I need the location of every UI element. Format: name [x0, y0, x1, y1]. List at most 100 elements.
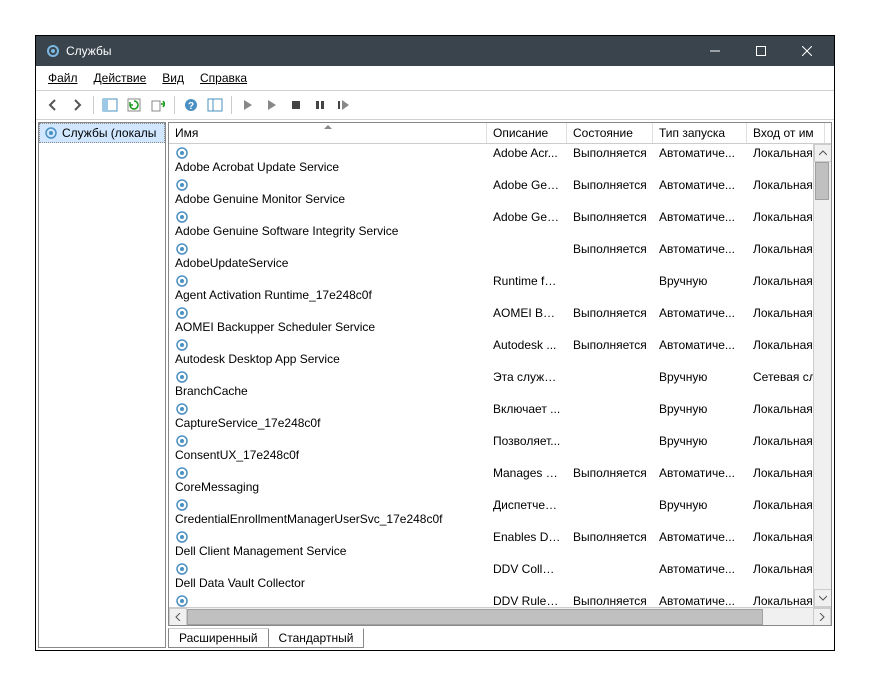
gear-icon — [175, 146, 189, 160]
scroll-left-icon[interactable] — [169, 608, 187, 626]
cell-startup: Вручную — [653, 273, 747, 303]
gear-icon — [44, 126, 58, 140]
cell-desc: Включает ... — [487, 401, 567, 431]
pause-service-button[interactable] — [309, 94, 331, 116]
tree-item-services-local[interactable]: Службы (локалы — [39, 123, 165, 143]
tab-extended[interactable]: Расширенный — [168, 628, 269, 648]
scroll-thumb[interactable] — [187, 609, 763, 625]
table-row[interactable]: AdobeUpdateServiceВыполняетсяАвтоматиче.… — [169, 240, 831, 272]
table-row[interactable]: BranchCacheЭта служб...ВручнуюСетевая сл — [169, 368, 831, 400]
forward-button[interactable] — [66, 94, 88, 116]
maximize-button[interactable] — [738, 36, 784, 66]
cell-startup: Автоматиче... — [653, 241, 747, 271]
cell-name: CaptureService_17e248c0f — [169, 401, 487, 431]
refresh-button[interactable] — [123, 94, 145, 116]
cell-name: BranchCache — [169, 369, 487, 399]
table-row[interactable]: AOMEI Backupper Scheduler ServiceAOMEI B… — [169, 304, 831, 336]
window-title: Службы — [66, 44, 692, 58]
cell-desc: Эта служб... — [487, 369, 567, 399]
cell-name: CredentialEnrollmentManagerUserSvc_17e24… — [169, 497, 487, 527]
table-row[interactable]: CaptureService_17e248c0fВключает ... Вруч… — [169, 400, 831, 432]
cell-name: ConsentUX_17e248c0f — [169, 433, 487, 463]
cell-state — [567, 369, 653, 399]
minimize-button[interactable] — [692, 36, 738, 66]
scroll-track[interactable] — [187, 608, 813, 626]
menu-action[interactable]: Действие — [86, 68, 155, 88]
list-box: Имя Описание Состояние Тип запуска Вход … — [168, 122, 832, 626]
gear-icon — [175, 338, 189, 352]
cell-state: Выполняется — [567, 145, 653, 175]
back-button[interactable] — [42, 94, 64, 116]
vertical-scrollbar[interactable] — [813, 144, 831, 607]
column-startup-type[interactable]: Тип запуска — [653, 123, 747, 143]
restart-service-button[interactable] — [333, 94, 355, 116]
export-list-button[interactable] — [147, 94, 169, 116]
cell-name: Dell Data Vault Processor — [169, 593, 487, 607]
scroll-right-icon[interactable] — [813, 608, 831, 626]
help-button[interactable]: ? — [180, 94, 202, 116]
cell-state: Выполняется — [567, 305, 653, 335]
properties-button[interactable] — [204, 94, 226, 116]
cell-startup: Автоматиче... — [653, 209, 747, 239]
menu-help[interactable]: Справка — [192, 68, 255, 88]
view-tabs: Расширенный Стандартный — [168, 628, 832, 648]
body-area: Службы (локалы Имя Описание Состояние Ти… — [36, 120, 834, 650]
cell-name: CoreMessaging — [169, 465, 487, 495]
separator — [231, 96, 232, 114]
gear-icon — [175, 466, 189, 480]
table-row[interactable]: Adobe Genuine Monitor ServiceAdobe Gen..… — [169, 176, 831, 208]
tree-pane[interactable]: Службы (локалы — [38, 122, 166, 648]
gear-icon — [175, 530, 189, 544]
cell-name: AOMEI Backupper Scheduler Service — [169, 305, 487, 335]
horizontal-scrollbar[interactable] — [169, 607, 831, 625]
column-logon-as[interactable]: Вход от им — [747, 123, 825, 143]
close-button[interactable] — [784, 36, 830, 66]
gear-icon — [175, 498, 189, 512]
cell-startup: Автоматиче... — [653, 529, 747, 559]
scroll-track[interactable] — [814, 162, 831, 589]
gear-icon — [175, 562, 189, 576]
cell-state: Выполняется — [567, 529, 653, 559]
gear-icon — [175, 306, 189, 320]
column-headers: Имя Описание Состояние Тип запуска Вход … — [169, 123, 831, 144]
cell-desc: Adobe Gen... — [487, 209, 567, 239]
cell-name: Dell Client Management Service — [169, 529, 487, 559]
titlebar[interactable]: Службы — [36, 36, 834, 66]
cell-startup: Вручную — [653, 369, 747, 399]
show-hide-console-tree-button[interactable] — [99, 94, 121, 116]
table-row[interactable]: CoreMessagingManages c...ВыполняетсяАвто… — [169, 464, 831, 496]
gear-icon — [46, 44, 60, 58]
gear-icon — [175, 242, 189, 256]
table-row[interactable]: CredentialEnrollmentManagerUserSvc_17e24… — [169, 496, 831, 528]
table-row[interactable]: Autodesk Desktop App ServiceAutodesk ...… — [169, 336, 831, 368]
separator — [93, 96, 94, 114]
cell-state: Выполняется — [567, 593, 653, 607]
cell-startup: Автоматиче... — [653, 177, 747, 207]
menu-view[interactable]: Вид — [154, 68, 192, 88]
column-description[interactable]: Описание — [487, 123, 567, 143]
cell-name: Dell Data Vault Collector — [169, 561, 487, 591]
services-list[interactable]: Adobe Acrobat Update ServiceAdobe Acr...… — [169, 144, 831, 607]
scroll-up-icon[interactable] — [814, 144, 831, 162]
column-state[interactable]: Состояние — [567, 123, 653, 143]
cell-desc: DDV Rules ... — [487, 593, 567, 607]
stop-service-button[interactable] — [285, 94, 307, 116]
table-row[interactable]: ConsentUX_17e248c0fПозволяет...ВручнуюЛо… — [169, 432, 831, 464]
start-service-button[interactable] — [237, 94, 259, 116]
table-row[interactable]: Dell Data Vault CollectorDDV Collec...Ав… — [169, 560, 831, 592]
cell-startup: Вручную — [653, 401, 747, 431]
scroll-down-icon[interactable] — [814, 589, 831, 607]
table-row[interactable]: Adobe Genuine Software Integrity Service… — [169, 208, 831, 240]
scroll-thumb[interactable] — [815, 162, 829, 200]
table-row[interactable]: Dell Client Management ServiceEnables De… — [169, 528, 831, 560]
column-name[interactable]: Имя — [169, 123, 487, 143]
tab-standard[interactable]: Стандартный — [268, 628, 365, 648]
cell-state — [567, 561, 653, 591]
menu-file[interactable]: Файл — [40, 68, 86, 88]
table-row[interactable]: Agent Activation Runtime_17e248c0fRuntim… — [169, 272, 831, 304]
table-row[interactable]: Adobe Acrobat Update ServiceAdobe Acr...… — [169, 144, 831, 176]
table-row[interactable]: Dell Data Vault ProcessorDDV Rules ...Вы… — [169, 592, 831, 607]
start-service-button-2[interactable] — [261, 94, 283, 116]
cell-startup: Автоматиче... — [653, 305, 747, 335]
cell-state: Выполняется — [567, 337, 653, 367]
